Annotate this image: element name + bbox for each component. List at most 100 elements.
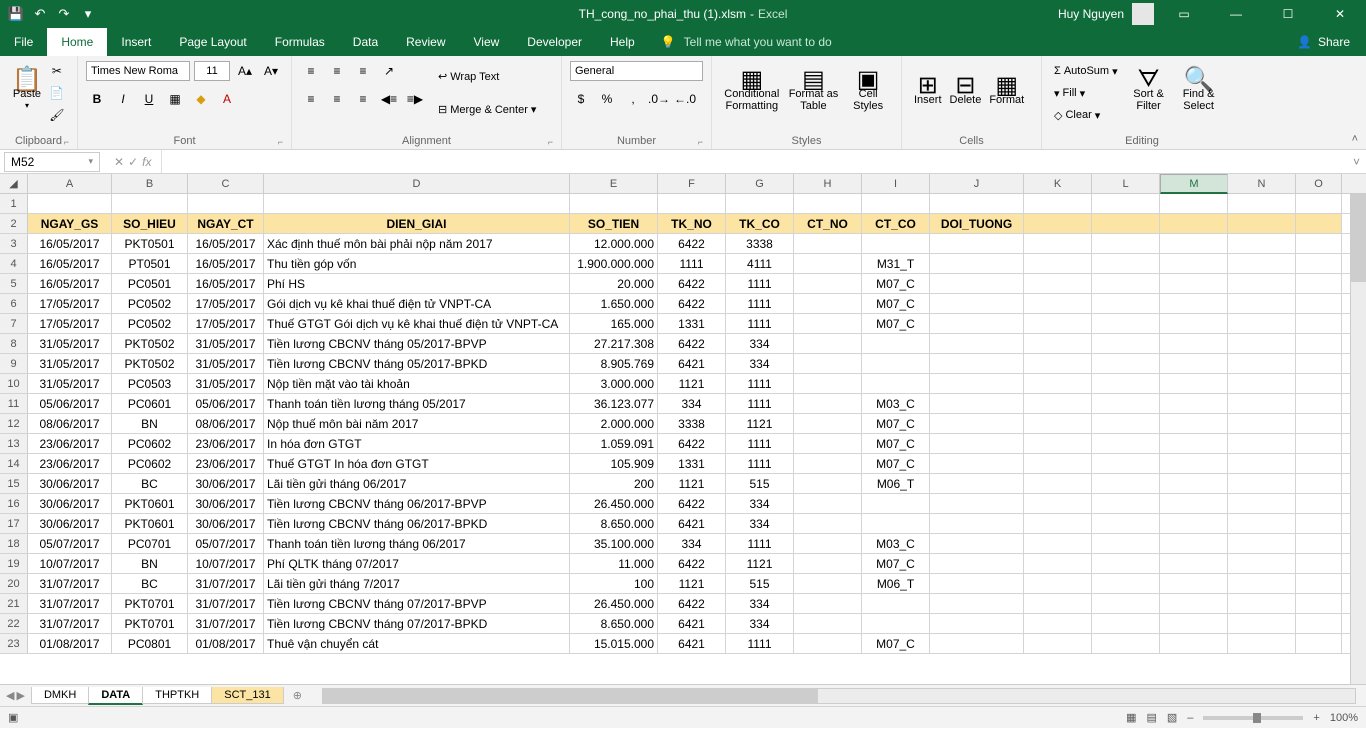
tab-review[interactable]: Review (392, 28, 459, 56)
cell[interactable]: Thu tiền góp vốn (264, 254, 570, 273)
cell[interactable]: M06_T (862, 474, 930, 493)
ribbon-options-icon[interactable]: ▭ (1162, 0, 1206, 28)
row-header[interactable]: 20 (0, 574, 28, 593)
cell[interactable]: M07_C (862, 314, 930, 333)
cell[interactable] (1160, 294, 1228, 313)
cell[interactable]: 334 (726, 494, 794, 513)
cell[interactable]: M07_C (862, 294, 930, 313)
cell[interactable]: 6422 (658, 434, 726, 453)
cell[interactable]: 1111 (726, 454, 794, 473)
cell[interactable] (1092, 614, 1160, 633)
cell[interactable]: 16/05/2017 (188, 274, 264, 293)
cell[interactable] (794, 414, 862, 433)
cell[interactable]: 4111 (726, 254, 794, 273)
cell[interactable]: Xác định thuế môn bài phải nộp năm 2017 (264, 234, 570, 253)
cell[interactable]: 27.217.308 (570, 334, 658, 353)
row-header[interactable]: 15 (0, 474, 28, 493)
cell[interactable] (794, 454, 862, 473)
cell[interactable] (1296, 514, 1342, 533)
cell[interactable] (930, 474, 1024, 493)
cell[interactable]: 20.000 (570, 274, 658, 293)
save-icon[interactable]: 💾 (8, 6, 24, 22)
column-label[interactable]: SO_TIEN (570, 214, 658, 233)
cell[interactable] (930, 494, 1024, 513)
row-header[interactable]: 7 (0, 314, 28, 333)
cell[interactable]: 31/05/2017 (188, 334, 264, 353)
tab-file[interactable]: File (0, 28, 47, 56)
cell[interactable] (930, 594, 1024, 613)
cell[interactable]: 31/07/2017 (28, 614, 112, 633)
cell[interactable] (1228, 554, 1296, 573)
align-right-icon[interactable]: ≡ (352, 89, 374, 109)
cell[interactable] (1296, 434, 1342, 453)
cell[interactable] (930, 314, 1024, 333)
cell[interactable] (1092, 254, 1160, 273)
cell[interactable] (930, 434, 1024, 453)
conditional-formatting-button[interactable]: ▦Conditional Formatting (720, 60, 784, 126)
cell[interactable]: 16/05/2017 (28, 254, 112, 273)
cell[interactable] (1228, 614, 1296, 633)
cell[interactable]: M03_C (862, 534, 930, 553)
cell[interactable] (1024, 354, 1092, 373)
cell[interactable] (794, 374, 862, 393)
cell[interactable] (930, 634, 1024, 653)
cell[interactable]: PKT0701 (112, 594, 188, 613)
cell[interactable] (1296, 294, 1342, 313)
cell[interactable] (930, 194, 1024, 213)
col-header-M[interactable]: M (1160, 174, 1228, 194)
cell[interactable] (1228, 414, 1296, 433)
cell[interactable]: 31/07/2017 (188, 574, 264, 593)
cell[interactable]: 05/06/2017 (28, 394, 112, 413)
cell[interactable]: 1111 (726, 374, 794, 393)
cell[interactable]: 1111 (726, 534, 794, 553)
column-label[interactable]: DIEN_GIAI (264, 214, 570, 233)
cell[interactable]: 12.000.000 (570, 234, 658, 253)
cell[interactable]: 6422 (658, 274, 726, 293)
cell[interactable]: 334 (726, 354, 794, 373)
cell[interactable]: M06_T (862, 574, 930, 593)
cell[interactable] (930, 554, 1024, 573)
cell[interactable] (1160, 194, 1228, 213)
share-button[interactable]: 👤 Share (1281, 28, 1366, 56)
sheet-tab-dmkh[interactable]: DMKH (31, 687, 89, 704)
cancel-formula-icon[interactable]: ✕ (114, 155, 124, 169)
cell[interactable]: 6422 (658, 594, 726, 613)
cell[interactable]: PC0501 (112, 274, 188, 293)
cell[interactable]: 1121 (726, 414, 794, 433)
cell[interactable]: 16/05/2017 (188, 234, 264, 253)
cell[interactable] (1024, 534, 1092, 553)
cell[interactable]: 31/07/2017 (188, 614, 264, 633)
comma-icon[interactable]: , (622, 89, 644, 109)
cell[interactable]: 8.905.769 (570, 354, 658, 373)
cell[interactable]: Tiền lương CBCNV tháng 05/2017-BPVP (264, 334, 570, 353)
cell[interactable] (1296, 534, 1342, 553)
cell[interactable] (1092, 434, 1160, 453)
cell[interactable]: 1.650.000 (570, 294, 658, 313)
cell[interactable] (1160, 254, 1228, 273)
col-header-K[interactable]: K (1024, 174, 1092, 193)
cell[interactable]: 1111 (658, 254, 726, 273)
cell[interactable]: M07_C (862, 634, 930, 653)
cell[interactable] (1160, 454, 1228, 473)
cell[interactable]: BC (112, 474, 188, 493)
increase-font-icon[interactable]: A▴ (234, 61, 256, 81)
cell[interactable]: Tiền lương CBCNV tháng 06/2017-BPKD (264, 514, 570, 533)
delete-cells-button[interactable]: ⊟Delete (946, 60, 986, 126)
cell[interactable]: Tiền lương CBCNV tháng 05/2017-BPKD (264, 354, 570, 373)
cell[interactable] (1228, 594, 1296, 613)
view-normal-icon[interactable]: ▦ (1126, 711, 1136, 724)
format-table-button[interactable]: ▤Format as Table (784, 60, 844, 126)
row-header[interactable]: 1 (0, 194, 28, 213)
zoom-in-icon[interactable]: + (1313, 712, 1319, 724)
cell[interactable]: 6422 (658, 294, 726, 313)
cell[interactable]: Thuê vận chuyển cát (264, 634, 570, 653)
cell[interactable] (1092, 314, 1160, 333)
cell[interactable]: 334 (726, 614, 794, 633)
border-icon[interactable]: ▦ (164, 89, 186, 109)
macro-record-icon[interactable]: ▣ (8, 711, 18, 724)
tab-data[interactable]: Data (339, 28, 392, 56)
decrease-decimal-icon[interactable]: ←.0 (674, 89, 696, 109)
cell[interactable] (1024, 214, 1092, 233)
percent-icon[interactable]: % (596, 89, 618, 109)
fx-icon[interactable]: fx (142, 155, 151, 169)
